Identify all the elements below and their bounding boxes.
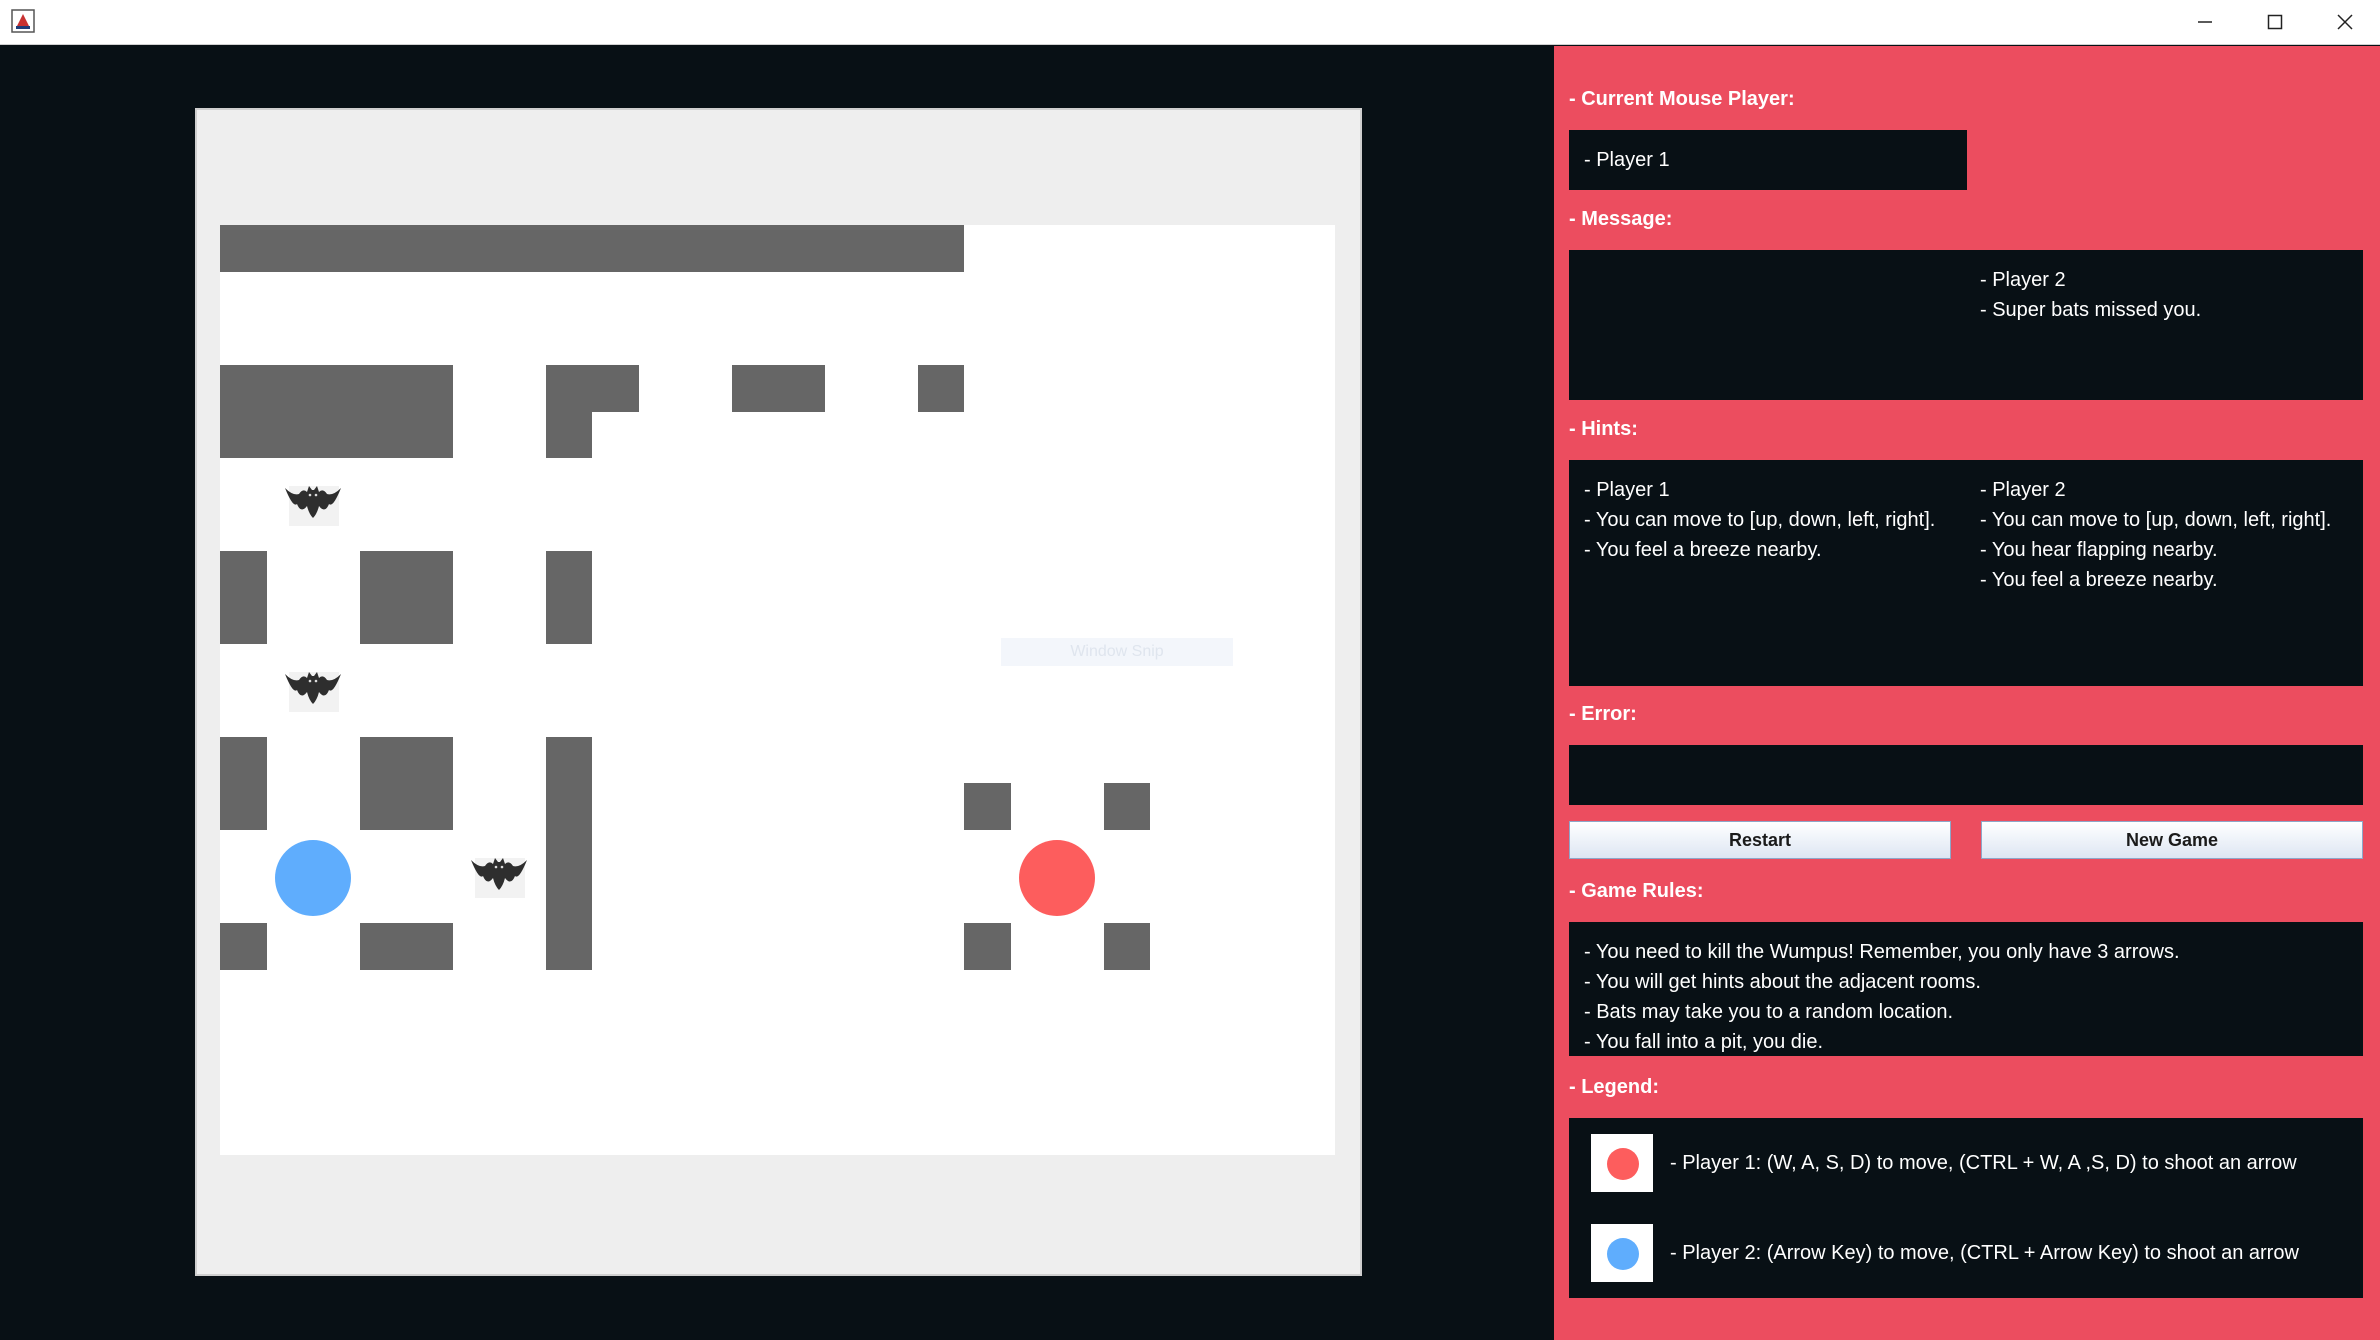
wall-tile [964,923,1011,970]
legend-player2: - Player 2: (Arrow Key) to move, (CTRL +… [1670,1242,2299,1264]
hint-line: - Player 1 [1584,479,1670,501]
hint-line: - You feel a breeze nearby. [1980,569,2218,591]
wall-tile [220,225,964,272]
wall-tile [220,551,267,644]
legend-player1: - Player 1: (W, A, S, D) to move, (CTRL … [1670,1152,2297,1174]
game-rules-label: - Game Rules: [1569,880,1704,902]
wall-tile [360,923,453,970]
maximize-icon [2266,13,2284,31]
wall-tile [918,365,964,412]
player1-hints: - Player 1 - You can move to [up, down, … [1584,475,1935,565]
message-label: - Message: [1569,208,1673,230]
hints-box: - Player 1 - You can move to [up, down, … [1569,460,2363,686]
blue-dot-icon [1607,1238,1639,1270]
rule-line: - Bats may take you to a random location… [1584,1001,1954,1023]
title-bar [0,0,2380,45]
minimize-icon [2196,13,2214,31]
game-board[interactable] [220,225,1335,1155]
player2-hints: - Player 2 - You can move to [up, down, … [1980,475,2331,595]
hint-line: - You can move to [up, down, left, right… [1980,509,2332,531]
wall-tile [1104,783,1150,830]
bat-icon [283,478,343,528]
wall-tile [220,737,267,830]
current-player-label: - Current Mouse Player: [1569,88,1795,110]
minimize-button[interactable] [2170,0,2240,44]
message-box: - Player 2 - Super bats missed you. [1569,250,2363,400]
error-label: - Error: [1569,703,1637,725]
bat-icon [283,664,343,714]
maximize-button[interactable] [2240,0,2310,44]
red-dot-icon [1607,1148,1639,1180]
wall-tile [1104,923,1150,970]
wall-tile [546,365,639,412]
hints-label: - Hints: [1569,418,1638,440]
player2-marker [275,840,351,916]
rule-line: - You fall into a pit, you die. [1584,1031,1824,1053]
hint-line: - You feel a breeze nearby. [1584,539,1822,561]
legend-box: - Player 1: (W, A, S, D) to move, (CTRL … [1569,1118,2363,1298]
wall-tile [220,923,267,970]
hint-line: - You hear flapping nearby. [1980,539,2218,561]
new-game-button[interactable]: New Game [1981,821,2363,859]
bat-icon [469,850,529,900]
wall-tile [360,551,453,644]
close-button[interactable] [2310,0,2380,44]
message-line: - Super bats missed you. [1980,299,2202,321]
current-player-value: - Player 1 [1584,149,1670,171]
wall-tile [964,783,1011,830]
game-rules-box: - You need to kill the Wumpus! Remember,… [1569,922,2363,1056]
player1-marker [1019,840,1095,916]
wall-tile [546,551,592,644]
message-line: - Player 2 [1980,269,2066,291]
rule-line: - You will get hints about the adjacent … [1584,971,1981,993]
hint-line: - You can move to [up, down, left, right… [1584,509,1936,531]
info-panel: - Current Mouse Player: - Player 1 - Mes… [1554,46,2380,1340]
wall-tile [360,737,453,830]
wall-tile [546,737,592,970]
close-icon [2336,13,2354,31]
error-box [1569,745,2363,805]
game-board-frame [195,108,1362,1276]
wall-tile [732,365,825,412]
hint-line: - Player 2 [1980,479,2066,501]
legend-label: - Legend: [1569,1076,1659,1098]
wall-tile [220,365,453,458]
wall-tile [546,412,592,458]
player1-legend-swatch [1591,1134,1653,1192]
window-snip-watermark: Window Snip [1001,638,1233,666]
java-app-icon [10,8,36,34]
player2-legend-swatch [1591,1224,1653,1282]
current-player-box: - Player 1 [1569,130,1967,190]
rule-line: - You need to kill the Wumpus! Remember,… [1584,941,2180,963]
restart-button[interactable]: Restart [1569,821,1951,859]
